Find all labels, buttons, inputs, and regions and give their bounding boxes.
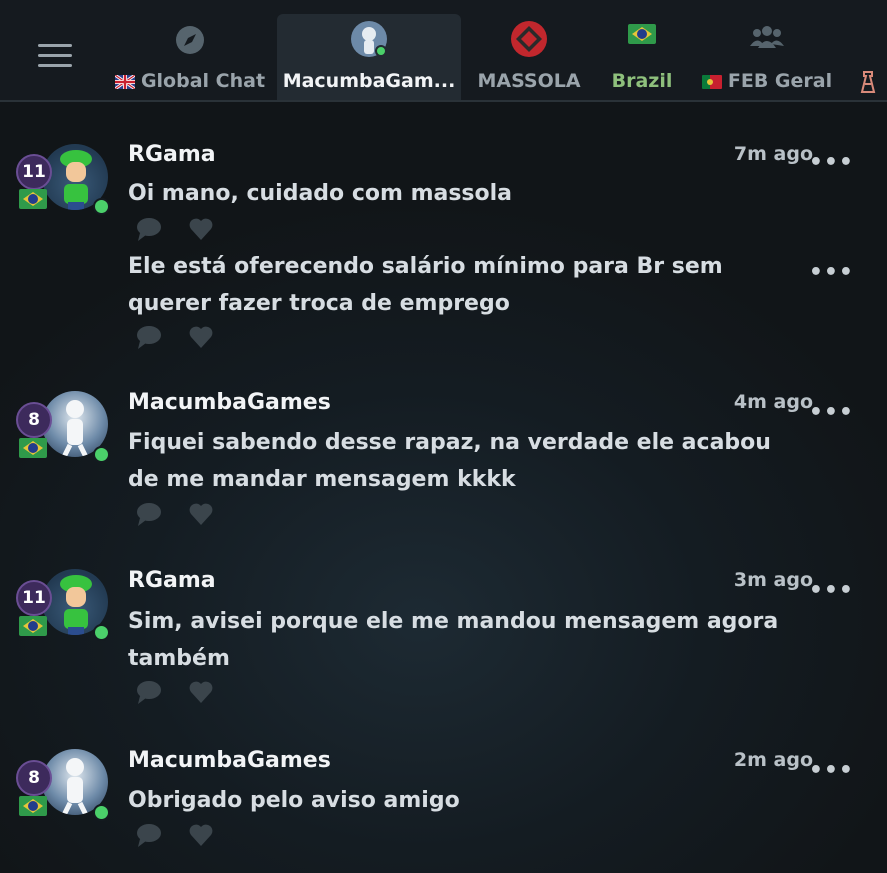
tab-massola-label: MASSOLA — [477, 70, 581, 92]
massola-logo-icon — [510, 20, 548, 62]
timestamp: 4m ago — [733, 391, 813, 413]
message-text: Ele está oferecendo salário mínimo para … — [128, 254, 723, 316]
brazil-flag-icon — [19, 438, 47, 458]
tab-brazil[interactable]: Brazil — [600, 14, 684, 100]
level-badge: 11 — [16, 154, 52, 190]
brazil-flag-icon — [19, 189, 47, 209]
message-actions — [136, 216, 240, 242]
uk-flag-icon — [114, 74, 135, 89]
level-badge: 11 — [16, 580, 52, 616]
reply-bubble-icon[interactable] — [136, 216, 162, 242]
message-actions — [136, 324, 240, 350]
username[interactable]: RGama — [128, 142, 216, 167]
like-heart-icon[interactable] — [188, 822, 214, 848]
brazil-flag-icon — [19, 796, 47, 816]
like-heart-icon[interactable] — [188, 679, 214, 705]
message-actions — [136, 679, 240, 705]
reply-bubble-icon[interactable] — [136, 679, 162, 705]
message-text: Obrigado pelo aviso amigo — [128, 788, 460, 813]
message-actions — [136, 501, 240, 527]
tab-feb-geral-label: FEB Geral — [727, 70, 833, 92]
tower-icon[interactable] — [858, 70, 878, 98]
more-options-icon[interactable]: ••• — [809, 150, 854, 175]
like-heart-icon[interactable] — [188, 501, 214, 527]
username[interactable]: MacumbaGames — [128, 748, 331, 773]
tab-global-chat-label: Global Chat — [140, 70, 266, 92]
reply-bubble-icon[interactable] — [136, 822, 162, 848]
chat-tab-bar: Global Chat MacumbaGam... MASSOLA Brazil… — [0, 0, 887, 102]
message-actions — [136, 822, 240, 848]
like-heart-icon[interactable] — [188, 324, 214, 350]
more-options-icon[interactable]: ••• — [809, 578, 854, 603]
online-status-icon — [93, 804, 110, 821]
avatar-icon — [350, 20, 388, 58]
online-status-icon — [93, 446, 110, 463]
reply-bubble-icon[interactable] — [136, 324, 162, 350]
tab-brazil-label: Brazil — [611, 70, 673, 92]
tab-feb-geral[interactable]: FEB Geral — [700, 14, 834, 100]
timestamp: 3m ago — [733, 569, 813, 591]
username[interactable]: MacumbaGames — [128, 390, 331, 415]
timestamp: 2m ago — [733, 749, 813, 771]
more-options-icon[interactable]: ••• — [809, 400, 854, 425]
online-status-icon — [93, 624, 110, 641]
tab-macumbagames[interactable]: MacumbaGam... — [277, 14, 461, 100]
more-options-icon[interactable]: ••• — [809, 758, 854, 783]
level-badge: 8 — [16, 402, 52, 438]
timestamp: 7m ago — [733, 143, 813, 165]
tab-global-chat[interactable]: Global Chat — [110, 14, 270, 100]
portugal-flag-icon — [701, 74, 722, 89]
message-text: Sim, avisei porque ele me mandou mensage… — [128, 609, 779, 671]
tab-macumbagames-label: MacumbaGam... — [282, 70, 456, 92]
brazil-flag-icon — [628, 24, 656, 48]
level-badge: 8 — [16, 760, 52, 796]
brazil-flag-icon — [19, 616, 47, 636]
group-icon — [750, 24, 784, 52]
message-text: Oi mano, cuidado com massola — [128, 181, 513, 206]
hamburger-menu-icon[interactable] — [38, 44, 74, 70]
online-status-icon — [93, 198, 110, 215]
tab-massola[interactable]: MASSOLA — [468, 14, 590, 100]
compass-icon — [174, 24, 206, 60]
username[interactable]: RGama — [128, 568, 216, 593]
reply-bubble-icon[interactable] — [136, 501, 162, 527]
message-text: Fiquei sabendo desse rapaz, na verdade e… — [128, 430, 771, 492]
more-options-icon[interactable]: ••• — [809, 260, 854, 285]
like-heart-icon[interactable] — [188, 216, 214, 242]
